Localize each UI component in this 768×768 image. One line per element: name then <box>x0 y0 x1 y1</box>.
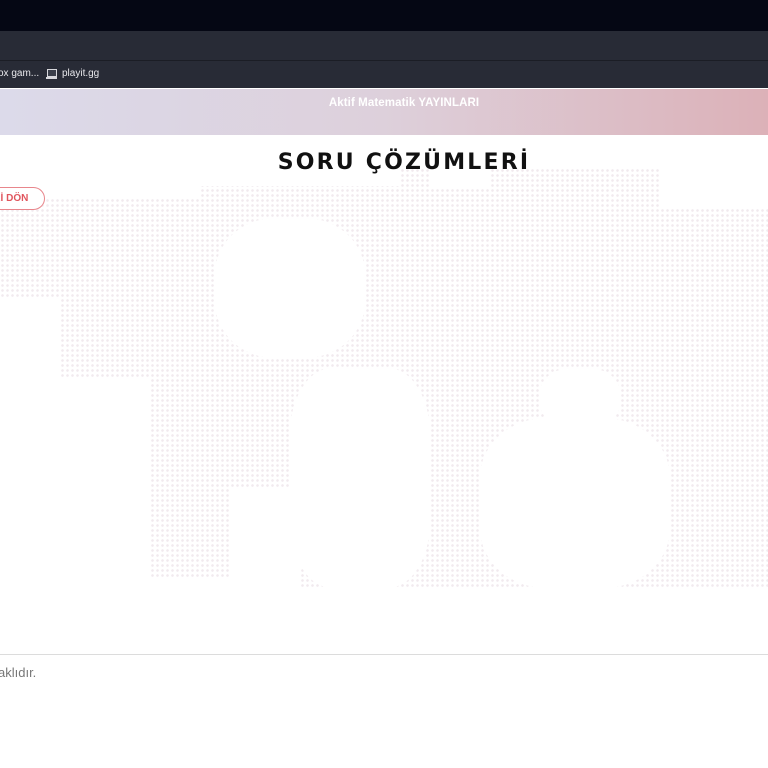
footer-text: aklıdır. <box>0 665 37 680</box>
page-title: SORU ÇÖZÜMLERİ <box>277 150 531 175</box>
bookmark-item[interactable]: ox gam... <box>0 68 39 79</box>
browser-address-bar[interactable] <box>0 31 768 61</box>
footer-divider <box>0 654 768 655</box>
world-map-background <box>0 168 768 588</box>
bookmark-item[interactable]: playit.gg <box>46 68 99 79</box>
computer-icon <box>46 68 57 79</box>
site-header-band: Aktif Matematik YAYINLARI <box>0 89 768 135</box>
bookmark-label: playit.gg <box>62 68 100 79</box>
browser-title-bar <box>0 0 768 31</box>
bookmarks-bar: ox gam... playit.gg <box>0 61 768 88</box>
site-brand: Aktif Matematik YAYINLARI <box>328 97 480 109</box>
back-button[interactable]: ERİ DÖN <box>0 187 45 210</box>
bookmark-label: ox gam... <box>0 68 40 79</box>
